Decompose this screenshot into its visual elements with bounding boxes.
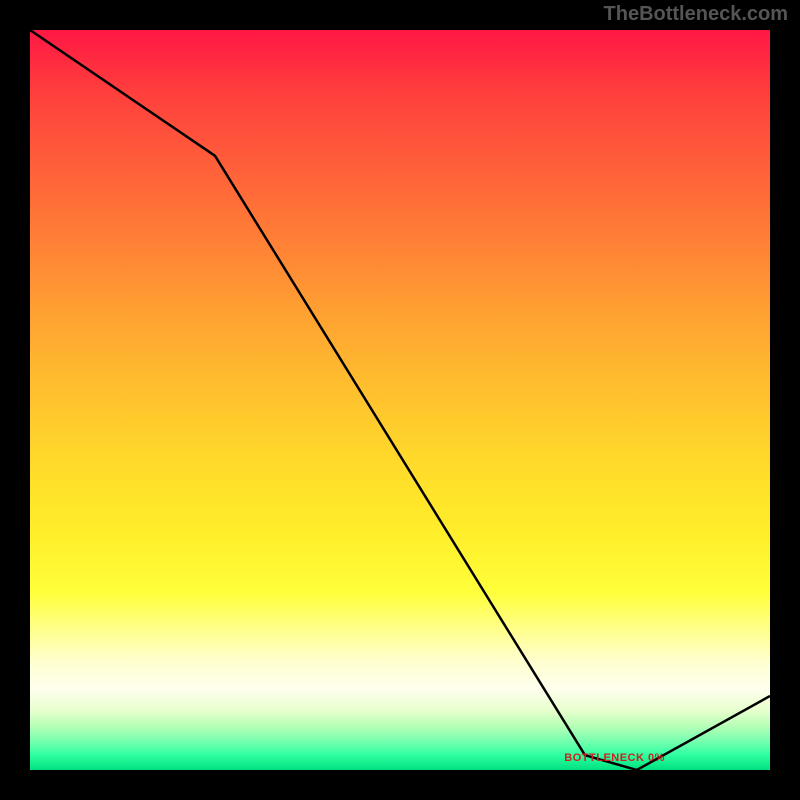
chart-line-svg [30,30,770,770]
bottleneck-zero-label: BOTTLENECK 0% [564,752,665,764]
bottleneck-curve [30,30,770,770]
watermark-text: TheBottleneck.com [604,3,788,26]
chart-plot-area: BOTTLENECK 0% [30,30,770,770]
